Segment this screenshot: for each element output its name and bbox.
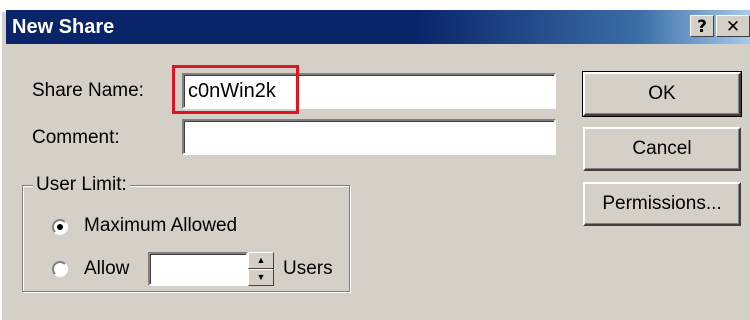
close-icon: ✕: [725, 17, 741, 37]
permissions-button[interactable]: Permissions...: [583, 182, 741, 226]
close-button[interactable]: ✕: [716, 15, 750, 37]
help-icon: ?: [697, 17, 707, 37]
triangle-up-icon: ▲: [256, 255, 266, 265]
users-spinner: ▲ ▼: [248, 252, 274, 286]
title-bar: New Share ? ✕: [6, 10, 750, 44]
triangle-down-icon: ▼: [256, 272, 266, 282]
users-label: Users: [283, 258, 333, 279]
spin-down-button[interactable]: ▼: [248, 269, 274, 286]
ok-button[interactable]: OK: [582, 71, 742, 117]
radio-selected-dot: [57, 224, 63, 230]
maximum-allowed-radio[interactable]: [52, 219, 68, 235]
maximum-allowed-label[interactable]: Maximum Allowed: [84, 215, 237, 237]
comment-input[interactable]: [182, 119, 556, 155]
user-limit-label: User Limit:: [33, 174, 130, 196]
allow-radio[interactable]: [52, 261, 68, 277]
window-title: New Share: [12, 16, 115, 38]
cancel-button[interactable]: Cancel: [583, 127, 741, 171]
comment-label: Comment:: [32, 127, 120, 148]
help-button[interactable]: ?: [690, 15, 714, 37]
allow-label[interactable]: Allow: [84, 258, 129, 280]
share-name-label: Share Name:: [32, 80, 144, 101]
highlight-box: [172, 65, 299, 114]
allow-users-input[interactable]: [148, 252, 248, 286]
spin-up-button[interactable]: ▲: [248, 252, 274, 269]
